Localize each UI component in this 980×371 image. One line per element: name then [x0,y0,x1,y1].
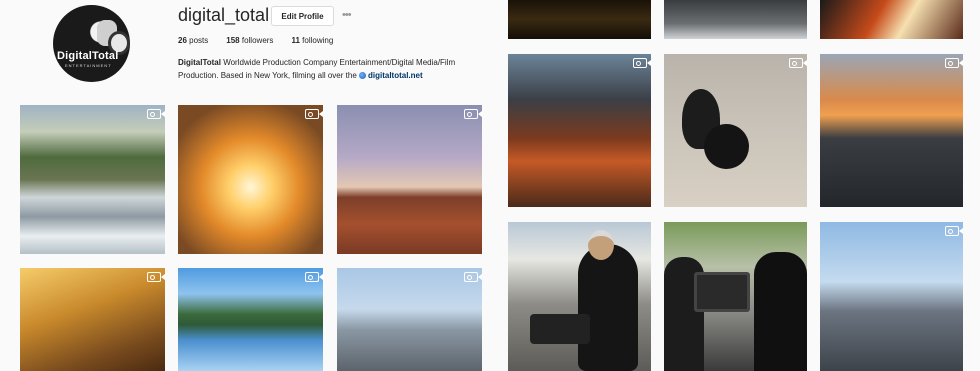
avatar-logo-subtext: ENTERTAINMENT [65,63,112,68]
bio-name: DigitalTotal [178,58,221,67]
profile-username: digital_total [178,5,270,25]
post-tile-sunset-skyline[interactable] [820,54,963,207]
video-icon [464,109,478,119]
video-icon [305,109,319,119]
avatar-logo-text: DigitalTotal [57,50,119,62]
operator-head-shape [588,230,614,260]
post-tile-lake[interactable] [178,268,323,371]
monitor-shape [694,272,750,312]
video-icon [945,58,959,68]
video-icon [945,226,959,236]
post-tile-city-sunrise[interactable] [178,105,323,254]
video-icon [305,272,319,282]
profile-stats: 26 posts 158 followers 11 following [178,36,333,45]
operator-shape [578,244,638,371]
video-icon [147,109,161,119]
video-icon [633,58,647,68]
followers-stat[interactable]: 158 followers [226,36,273,45]
post-tile-traffic-trails[interactable] [820,0,963,39]
drone-shape [530,314,590,344]
more-options-button[interactable]: ••• [342,9,352,21]
video-icon [464,272,478,282]
post-tile-sunbeams[interactable] [20,268,165,371]
avatar[interactable]: DigitalTotal ENTERTAINMENT [53,5,130,82]
post-tile-drone-operator[interactable] [508,222,651,371]
edit-profile-button[interactable]: Edit Profile [271,6,334,26]
bio-website-link[interactable]: digitaltotal.net [368,71,423,80]
post-tile-road[interactable] [664,0,807,39]
post-tile-empire-state[interactable] [820,222,963,371]
post-tile-skyline-day[interactable] [337,268,482,371]
post-tile-monument-valley[interactable] [337,105,482,254]
post-tile-queensboro-bridge[interactable] [508,54,651,207]
video-icon [147,272,161,282]
post-tile-coast[interactable] [20,105,165,254]
profile-bio: DigitalTotal Worldwide Production Compan… [178,56,478,82]
following-stat[interactable]: 11 following [291,36,333,45]
video-icon [789,58,803,68]
post-tile-film-crew[interactable] [664,222,807,371]
post-tile-pigeons[interactable] [664,54,807,207]
crew-member-shape [754,252,807,371]
globe-icon [358,72,366,79]
post-tile-night-aerial[interactable] [508,0,651,39]
posts-stat: 26 posts [178,36,209,45]
pigeon-shape [704,124,749,169]
